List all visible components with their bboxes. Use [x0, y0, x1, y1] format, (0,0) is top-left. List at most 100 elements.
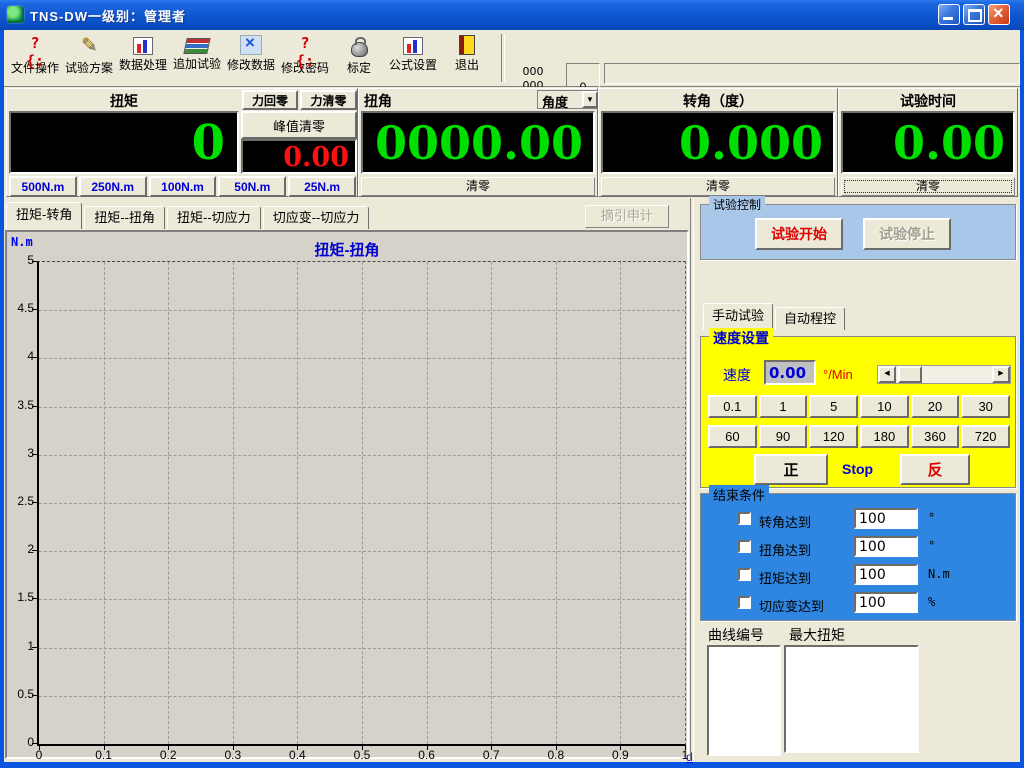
reverse-button[interactable]: 反 [900, 454, 970, 485]
forward-button[interactable]: 正 [754, 454, 828, 485]
scroll-thumb[interactable] [898, 366, 922, 383]
condition-value-input[interactable] [854, 508, 918, 529]
speed-settings-group: 速度设置 速度 °/Min ◀ ▶ 0.115102030 6090120180… [700, 336, 1016, 488]
condition-value-input[interactable] [854, 564, 918, 585]
toolbar-button-label: 公式设置 [386, 56, 440, 73]
speed-preset-button[interactable]: 180 [860, 425, 909, 448]
mode-tab[interactable]: 手动试验 [703, 303, 773, 330]
condition-checkbox[interactable] [738, 512, 751, 525]
speed-preset-button[interactable]: 360 [911, 425, 960, 448]
minimize-button[interactable] [938, 4, 960, 25]
y-tick [32, 309, 37, 310]
range-button[interactable]: 100N.m [149, 176, 217, 197]
torque-title: 扭矩 [7, 91, 241, 111]
range-button[interactable]: 25N.m [288, 176, 356, 197]
torque-display: 0 [9, 111, 239, 174]
scroll-right-icon[interactable]: ▶ [992, 366, 1010, 383]
x-tick [685, 745, 686, 750]
toolbar-button[interactable]: 文件操作 [8, 32, 62, 84]
time-title: 试验时间 [839, 91, 1017, 111]
gridline [39, 648, 685, 649]
condition-label: 扭矩达到 [759, 568, 811, 587]
curve-number-list[interactable] [707, 645, 781, 756]
speed-preset-button[interactable]: 720 [961, 425, 1010, 448]
close-button[interactable] [988, 4, 1010, 25]
y-tick-label: 2 [8, 542, 34, 556]
speed-preset-button[interactable]: 20 [911, 395, 960, 418]
range-button[interactable]: 250N.m [79, 176, 147, 197]
toolbar-button[interactable]: 修改密码 [278, 32, 332, 84]
condition-checkbox[interactable] [738, 568, 751, 581]
toolbar-button[interactable]: 追加试验 [170, 32, 224, 84]
plot-area [37, 261, 686, 746]
end-condition-group: 结束条件 转角达到°扭角达到°扭矩达到N.m切应变达到% [700, 493, 1016, 621]
time-clear-button[interactable]: 清零 [841, 177, 1015, 196]
x-tick [491, 745, 492, 750]
chart-tab[interactable]: 切应变--切应力 [263, 206, 370, 229]
time-display: 0.00 [841, 111, 1015, 174]
toolbar-button[interactable]: 数据处理 [116, 32, 170, 84]
speed-preset-button[interactable]: 10 [860, 395, 909, 418]
chart-icon [133, 37, 153, 55]
y-tick-label: 4 [8, 349, 34, 363]
y-tick-label: 4.5 [8, 301, 34, 315]
speed-preset-button[interactable]: 30 [961, 395, 1010, 418]
mode-tab[interactable]: 自动程控 [775, 307, 845, 330]
chart-tab[interactable]: 扭矩--扭角 [84, 206, 165, 229]
speed-label: 速度 [723, 365, 751, 385]
max-torque-list[interactable] [784, 645, 919, 753]
speed-preset-button[interactable]: 0.1 [708, 395, 757, 418]
test-start-button[interactable]: 试验开始 [755, 218, 843, 250]
counter-line: 000 [509, 65, 557, 79]
toolbar-button[interactable]: 修改数据 [224, 32, 278, 84]
toolbar-button-label: 数据处理 [116, 56, 170, 73]
y-tick-label: 3.5 [8, 398, 34, 412]
gauge-test-time: 试验时间 0.00 清零 [838, 88, 1018, 197]
toolbar-button[interactable]: 标定 [332, 32, 386, 84]
range-button[interactable]: 500N.m [9, 176, 77, 197]
gridline [491, 262, 492, 744]
x-tick-label: 1 [668, 748, 702, 762]
toolbar-items: 文件操作试验方案数据处理追加试验修改数据修改密码标定公式设置退出 [8, 32, 494, 84]
end-condition-row: 转角达到° [701, 508, 1015, 532]
titlebar: TNS-DW一级别：管理者 [0, 0, 1024, 30]
scroll-left-icon[interactable]: ◀ [878, 366, 896, 383]
speed-preset-button[interactable]: 90 [759, 425, 808, 448]
app-icon [7, 6, 24, 23]
angle-combo[interactable]: 角度 ▼ [537, 90, 599, 109]
chevron-down-icon[interactable]: ▼ [582, 91, 598, 108]
test-stop-button[interactable]: 试验停止 [863, 218, 951, 250]
speed-preset-button[interactable]: 1 [759, 395, 808, 418]
condition-checkbox[interactable] [738, 540, 751, 553]
x-tick-label: 0.8 [539, 748, 573, 762]
toolbar-button[interactable]: 公式设置 [386, 32, 440, 84]
extensometer-button[interactable]: 摘引申计 [585, 205, 669, 228]
speed-scrollbar[interactable]: ◀ ▶ [877, 365, 1011, 384]
range-button[interactable]: 50N.m [218, 176, 286, 197]
speed-input[interactable] [764, 360, 816, 385]
peak-clear-button[interactable]: 峰值清零 [241, 111, 357, 139]
condition-checkbox[interactable] [738, 596, 751, 609]
toolbar-button-label: 试验方案 [62, 59, 116, 76]
rotation-clear-button[interactable]: 清零 [601, 177, 835, 196]
maximize-button[interactable] [963, 4, 985, 25]
chart-tab[interactable]: 扭矩--切应力 [167, 206, 261, 229]
toolbar-button[interactable]: 退出 [440, 32, 494, 84]
force-clear-zero-button[interactable]: 力清零 [300, 90, 357, 110]
mode-tab-strip: 手动试验自动程控 [703, 306, 847, 330]
force-return-zero-button[interactable]: 力回零 [242, 90, 298, 110]
weight-icon [347, 34, 371, 58]
y-tick [32, 550, 37, 551]
speed-preset-button[interactable]: 120 [809, 425, 858, 448]
gauge-rotation-angle: 转角（度） 0.000 清零 [598, 88, 838, 197]
twist-clear-button[interactable]: 清零 [361, 177, 595, 196]
speed-preset-button[interactable]: 60 [708, 425, 757, 448]
condition-value-input[interactable] [854, 592, 918, 613]
rotation-display: 0.000 [601, 111, 835, 174]
chart-tab[interactable]: 扭矩-转角 [6, 202, 82, 229]
y-tick-label: 2.5 [8, 494, 34, 508]
condition-value-input[interactable] [854, 536, 918, 557]
toolbar-button[interactable]: 试验方案 [62, 32, 116, 84]
toolbar-button-label: 修改数据 [224, 56, 278, 73]
speed-preset-button[interactable]: 5 [809, 395, 858, 418]
